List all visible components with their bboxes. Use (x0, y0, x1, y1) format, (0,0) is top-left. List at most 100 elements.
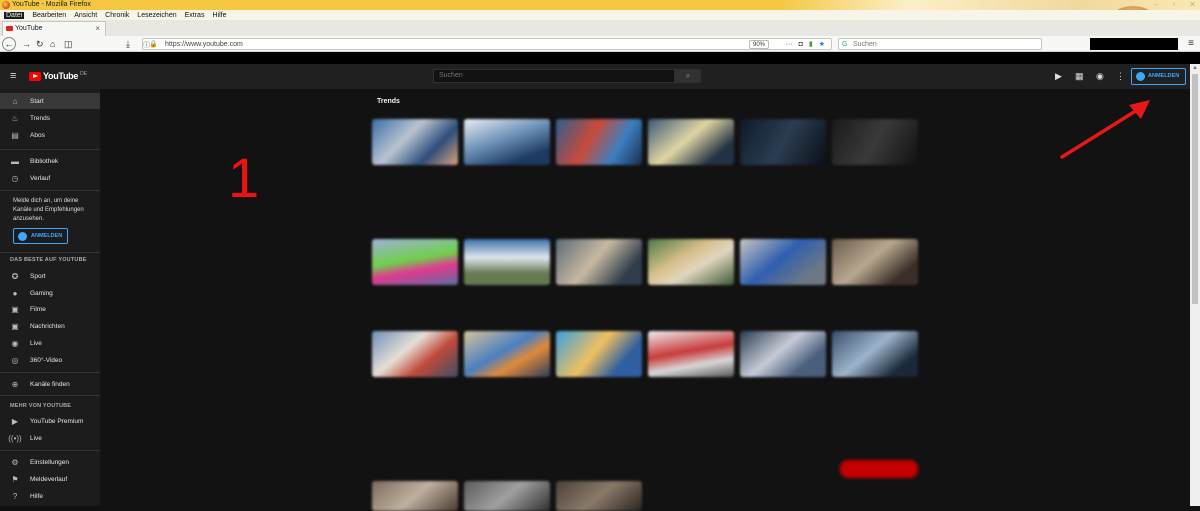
home-icon[interactable]: ⌂ (50, 37, 55, 51)
youtube-search-input[interactable]: Suchen (433, 69, 675, 83)
sidebar-divider (0, 395, 100, 396)
sidebar-item-kanaele-finden[interactable]: ⊕ Kanäle finden (0, 376, 100, 392)
video-thumbnail[interactable] (464, 239, 550, 285)
sidebar-item-label: 360°-Video (30, 356, 63, 364)
url-bar[interactable]: ⓘ 🔒 https://www.youtube.com 90% ··· ◘ ▮ … (142, 38, 832, 50)
video-thumbnail[interactable] (648, 331, 734, 377)
upload-video-icon[interactable]: ▶ (1055, 71, 1062, 81)
back-icon[interactable]: ← (2, 37, 16, 51)
download-icon[interactable]: ⤓ (126, 37, 130, 51)
sidebar-item-bibliothek[interactable]: ▬ Bibliothek (0, 153, 100, 169)
section-heading-more: MEHR VON YOUTUBE (10, 403, 72, 409)
youtube-search-button[interactable]: ⌕ (675, 69, 701, 83)
signin-button-sidebar[interactable]: ANMELDEN (13, 228, 68, 244)
messages-icon[interactable]: ◉ (1096, 71, 1104, 81)
flag-extension-icon[interactable]: ▮ (809, 39, 813, 50)
video-thumbnail[interactable] (648, 119, 734, 165)
settings-dots-icon[interactable]: ⋮ (1116, 71, 1125, 81)
youtube-logo[interactable]: YouTube DE (29, 71, 87, 81)
video-thumbnail[interactable] (740, 331, 826, 377)
page-scrollbar[interactable]: ▲ (1190, 64, 1200, 506)
video-thumbnail[interactable] (648, 239, 734, 285)
tab-youtube[interactable]: YouTube × (2, 21, 106, 36)
video-thumbnail[interactable] (556, 331, 642, 377)
video-thumbnail[interactable] (372, 331, 458, 377)
sidebar-item-start[interactable]: ⌂ Start (0, 93, 100, 109)
zoom-indicator[interactable]: 90% (748, 40, 769, 49)
sidebar-item-filme[interactable]: ▣ Filme (0, 301, 100, 317)
vr-icon: ◎ (11, 355, 19, 365)
reload-icon[interactable]: ↻ (36, 37, 44, 51)
sidebar-item-abos[interactable]: ▤ Abos (0, 127, 100, 143)
sidebar-item-label: Filme (30, 305, 46, 313)
screenshot-icon[interactable]: ◫ (64, 37, 73, 51)
subscriptions-icon: ▤ (11, 130, 19, 140)
sidebar-item-verlauf[interactable]: ◷ Verlauf (0, 170, 100, 186)
video-thumbnail[interactable] (464, 119, 550, 165)
search-icon: ⌕ (685, 71, 691, 80)
menu-datei[interactable]: Datei (4, 11, 25, 19)
sidebar-item-trends[interactable]: ♨ Trends (0, 110, 100, 126)
maximize-icon[interactable]: ▫ (1172, 0, 1175, 10)
sidebar-item-youtube-premium[interactable]: ▶ YouTube Premium (0, 413, 100, 429)
menu-extras[interactable]: Extras (185, 12, 205, 19)
sidebar-item-label: YouTube Premium (30, 417, 84, 425)
menu-chronik[interactable]: Chronik (105, 12, 129, 19)
sidebar-item-gaming[interactable]: ● Gaming (0, 285, 100, 301)
menu-ansicht[interactable]: Ansicht (74, 12, 97, 19)
window-controls: – ▫ ✕ (1154, 0, 1196, 10)
close-tab-icon[interactable]: × (95, 22, 100, 36)
scroll-up-icon[interactable]: ▲ (1192, 65, 1198, 71)
page-actions-icon[interactable]: ··· (786, 39, 793, 50)
scrollbar-thumb[interactable] (1192, 74, 1198, 304)
video-thumbnail[interactable] (556, 239, 642, 285)
sidebar-item-einstellungen[interactable]: ⚙ Einstellungen (0, 454, 100, 470)
video-thumbnail[interactable] (832, 239, 918, 285)
sidebar-item-live-more[interactable]: ((•)) Live (0, 430, 100, 446)
subscribe-button[interactable] (840, 460, 918, 478)
sidebar-item-label: Gaming (30, 289, 53, 297)
sidebar-item-meldeverlauf[interactable]: ⚑ Meldeverlauf (0, 471, 100, 487)
video-thumbnail[interactable] (832, 331, 918, 377)
youtube-sidebar: ⌂ Start ♨ Trends ▤ Abos ▬ Bibliothek ◷ V… (0, 89, 100, 506)
video-thumbnail[interactable] (372, 481, 458, 511)
minimize-icon[interactable]: – (1154, 0, 1158, 10)
browser-search-field[interactable]: G Suchen (838, 38, 1042, 50)
sidebar-item-label: Kanäle finden (30, 380, 70, 388)
sidebar-item-nachrichten[interactable]: ▣ Nachrichten (0, 318, 100, 334)
video-thumbnail[interactable] (372, 119, 458, 165)
lock-icon: 🔒 (149, 41, 158, 48)
video-thumbnail[interactable] (464, 331, 550, 377)
video-thumbnail[interactable] (464, 481, 550, 511)
signin-button-header[interactable]: ANMELDEN (1131, 68, 1186, 85)
close-icon[interactable]: ✕ (1189, 0, 1196, 10)
video-thumbnail[interactable] (372, 239, 458, 285)
video-thumbnail[interactable] (832, 119, 918, 165)
video-thumbnail[interactable] (740, 239, 826, 285)
help-icon: ? (12, 491, 18, 501)
sidebar-item-360-video[interactable]: ◎ 360°-Video (0, 352, 100, 368)
browser-menu-icon[interactable]: ≡ (1188, 38, 1194, 50)
apps-grid-icon[interactable]: ▦ (1075, 71, 1084, 81)
sidebar-item-live[interactable]: ◉ Live (0, 335, 100, 351)
guide-menu-icon[interactable]: ≡ (10, 70, 16, 82)
bookmark-star-icon[interactable]: ★ (819, 39, 825, 50)
sidebar-item-label: Live (30, 434, 42, 442)
menu-hilfe[interactable]: Hilfe (212, 12, 226, 19)
youtube-header: ≡ YouTube DE Suchen ⌕ ▶ ▦ ◉ ⋮ ANMELDEN (0, 64, 1190, 89)
video-thumbnail[interactable] (740, 119, 826, 165)
news-icon: ▣ (11, 321, 19, 331)
menu-bearbeiten[interactable]: Bearbeiten (32, 12, 66, 19)
sidebar-item-sport[interactable]: ✪ Sport (0, 268, 100, 284)
video-thumbnail[interactable] (556, 119, 642, 165)
sidebar-divider (0, 450, 100, 451)
sidebar-item-label: Nachrichten (30, 322, 65, 330)
forward-icon[interactable]: → (22, 37, 31, 51)
navigation-bar: ← → ↻ ⌂ ◫ ⤓ ⓘ 🔒 https://www.youtube.com … (0, 36, 1200, 52)
sidebar-item-hilfe[interactable]: ? Hilfe (0, 488, 100, 504)
menu-lesezeichen[interactable]: Lesezeichen (137, 12, 176, 19)
country-code: DE (80, 70, 88, 77)
pocket-icon[interactable]: ◘ (799, 39, 803, 50)
flame-icon: ♨ (11, 113, 19, 123)
video-thumbnail[interactable] (556, 481, 642, 511)
